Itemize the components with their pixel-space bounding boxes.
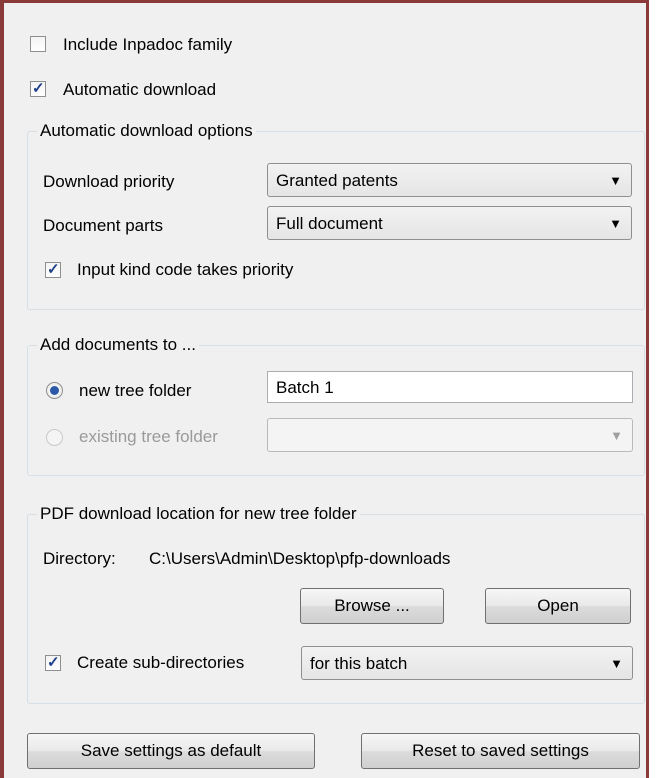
chevron-down-icon: ▼	[609, 173, 622, 188]
document-parts-select[interactable]: Full document ▼	[267, 206, 632, 240]
create-subdirectories-label[interactable]: Create sub-directories	[77, 653, 244, 673]
checkmark-icon: ✓	[47, 654, 60, 671]
radio-dot-icon	[50, 386, 59, 395]
automatic-download-label[interactable]: Automatic download	[63, 80, 216, 100]
include-inpadoc-label[interactable]: Include Inpadoc family	[63, 35, 232, 55]
directory-label: Directory:	[43, 549, 116, 568]
save-settings-default-button[interactable]: Save settings as default	[27, 733, 315, 769]
auto-download-options-legend: Automatic download options	[37, 121, 256, 141]
browse-button[interactable]: Browse ...	[300, 588, 444, 624]
create-subdirectories-checkbox[interactable]: ✓	[45, 654, 61, 671]
subdirectories-value: for this batch	[310, 654, 408, 673]
download-priority-select[interactable]: Granted patents ▼	[267, 163, 632, 197]
checkmark-icon: ✓	[32, 80, 45, 97]
document-parts-value: Full document	[276, 214, 383, 233]
new-tree-folder-value: Batch 1	[276, 378, 334, 397]
chevron-down-icon: ▼	[610, 428, 623, 443]
directory-path: C:\Users\Admin\Desktop\pfp-downloads	[149, 549, 451, 568]
checkmark-icon: ✓	[47, 261, 60, 278]
chevron-down-icon: ▼	[609, 216, 622, 231]
kind-code-priority-checkbox[interactable]: ✓	[45, 261, 61, 278]
subdirectories-select[interactable]: for this batch ▼	[301, 646, 633, 680]
existing-tree-folder-radio[interactable]	[46, 429, 63, 446]
document-parts-label: Document parts	[43, 216, 163, 235]
new-tree-folder-radio[interactable]	[46, 382, 63, 399]
existing-tree-folder-label[interactable]: existing tree folder	[79, 427, 218, 447]
new-tree-folder-input[interactable]: Batch 1	[267, 371, 633, 403]
download-priority-value: Granted patents	[276, 171, 398, 190]
automatic-download-checkbox[interactable]: ✓	[30, 80, 46, 97]
pdf-download-location-legend: PDF download location for new tree folde…	[37, 504, 360, 524]
chevron-down-icon: ▼	[610, 656, 623, 671]
existing-tree-folder-select[interactable]: ▼	[267, 418, 633, 452]
download-priority-label: Download priority	[43, 172, 175, 191]
settings-panel: Include Inpadoc family ✓ Automatic downl…	[0, 0, 649, 778]
add-documents-legend: Add documents to ...	[37, 335, 199, 355]
reset-saved-settings-button[interactable]: Reset to saved settings	[361, 733, 640, 769]
new-tree-folder-label[interactable]: new tree folder	[79, 381, 191, 401]
add-documents-group	[27, 345, 645, 476]
include-inpadoc-checkbox[interactable]	[30, 36, 46, 52]
kind-code-priority-label[interactable]: Input kind code takes priority	[77, 260, 293, 280]
open-button[interactable]: Open	[485, 588, 631, 624]
